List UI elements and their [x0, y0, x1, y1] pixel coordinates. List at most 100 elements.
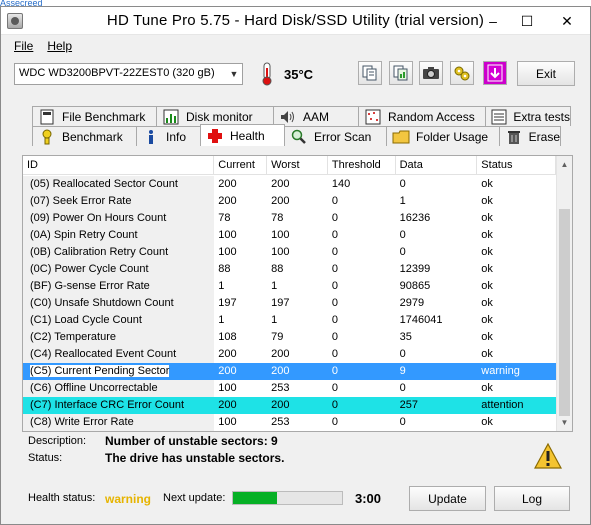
cell-text: (07) Seek Error Rate [30, 195, 132, 207]
column-header-status[interactable]: Status [477, 156, 556, 175]
table-row[interactable]: (C7) Interface CRC Error Count 200 200 0 257… [23, 397, 556, 414]
cell-text: 78 [271, 212, 284, 224]
column-header-data[interactable]: Data [396, 156, 478, 175]
table-cell-data: 0 [396, 380, 478, 397]
table-cell-worst: 200 [267, 346, 328, 363]
title-bar[interactable]: HD Tune Pro 5.75 - Hard Disk/SSD Utility… [1, 7, 590, 35]
table-cell-id: (0B) Calibration Retry Count [23, 244, 215, 261]
table-row[interactable]: (05) Reallocated Sector Count 200 200 140 0 o… [23, 176, 556, 193]
folder-icon [392, 129, 410, 145]
copy-image-button[interactable] [389, 61, 413, 85]
table-cell-id: (C8) Write Error Rate [23, 414, 215, 431]
menu-help[interactable]: Help [40, 37, 79, 55]
table-row[interactable]: (BF) G-sense Error Rate 1 1 0 90865 ok [23, 278, 556, 295]
tab-file-benchmark[interactable]: File Benchmark [32, 106, 157, 126]
table-cell-threshold: 0 [328, 278, 396, 295]
table-row[interactable]: (0A) Spin Retry Count 100 100 0 0 ok [23, 227, 556, 244]
table-row[interactable]: (C6) Offline Uncorrectable 100 253 0 0 ok [23, 380, 556, 397]
table-row[interactable]: (C2) Temperature 108 79 0 35 ok [23, 329, 556, 346]
info-icon [142, 129, 160, 145]
table-row[interactable]: (C4) Reallocated Event Count 200 200 0 0 ok [23, 346, 556, 363]
column-header-worst[interactable]: Worst [267, 156, 328, 175]
tab-extra-tests[interactable]: Extra tests [485, 106, 571, 126]
minimize-button[interactable]: – [476, 7, 510, 35]
benchmark-icon [38, 129, 56, 145]
tab-aam[interactable]: AAM [273, 106, 359, 126]
tab-info[interactable]: Info [136, 126, 201, 146]
table-cell-data: 16236 [396, 210, 478, 227]
table-row[interactable]: (07) Seek Error Rate 200 200 0 1 ok [23, 193, 556, 210]
table-row[interactable]: (09) Power On Hours Count 78 78 0 16236 ok [23, 210, 556, 227]
tab-health[interactable]: Health [200, 124, 285, 146]
cell-text: (0C) Power Cycle Count [30, 263, 149, 275]
menu-file[interactable]: File [7, 37, 40, 55]
table-cell-threshold: 0 [328, 312, 396, 329]
update-button[interactable]: Update [409, 486, 486, 511]
table-cell-status: ok [477, 176, 556, 193]
exit-button[interactable]: Exit [517, 61, 575, 86]
table-cell-status: ok [477, 227, 556, 244]
options-button[interactable] [450, 61, 474, 85]
cell-text: 100 [271, 229, 290, 241]
cell-text: 100 [218, 246, 237, 258]
table-cell-current: 200 [214, 363, 268, 380]
table-row[interactable]: (C8) Write Error Rate 100 253 0 0 ok [23, 414, 556, 431]
cell-text: 0 [331, 229, 338, 241]
tab-error-scan[interactable]: Error Scan [284, 126, 387, 146]
column-header-threshold[interactable]: Threshold [328, 156, 396, 175]
tab-folder-usage[interactable]: Folder Usage [386, 126, 500, 146]
scroll-down-icon[interactable]: ▼ [557, 414, 572, 431]
tab-label: Info [166, 129, 187, 144]
cell-text: 1 [399, 195, 406, 207]
table-cell-threshold: 0 [328, 193, 396, 210]
table-cell-status: ok [477, 295, 556, 312]
log-button[interactable]: Log [494, 486, 570, 511]
cell-text: ok [481, 212, 493, 224]
tab-random-access[interactable]: Random Access [358, 106, 486, 126]
screenshot-button[interactable] [419, 61, 443, 85]
table-cell-status: ok [477, 261, 556, 278]
cell-text: 200 [271, 348, 290, 360]
magnifier-icon [290, 129, 308, 145]
table-row[interactable]: (C1) Load Cycle Count 1 1 0 1746041 ok [23, 312, 556, 329]
vertical-scrollbar[interactable]: ▲ ▼ [556, 156, 572, 431]
download-arrow-icon [487, 64, 503, 82]
scroll-up-icon[interactable]: ▲ [557, 156, 572, 173]
table-row[interactable]: (C5) Current Pending Sector 200 200 0 9 warni… [23, 363, 556, 380]
table-cell-status: ok [477, 312, 556, 329]
maximize-button[interactable]: ☐ [510, 7, 544, 35]
table-cell-worst: 100 [267, 244, 328, 261]
column-header-id[interactable]: ID [23, 156, 215, 175]
cell-text: 1 [218, 280, 225, 292]
copy-text-button[interactable] [358, 61, 382, 85]
cell-text: 0 [399, 229, 406, 241]
thermometer-icon [262, 62, 272, 86]
table-row[interactable]: (0C) Power Cycle Count 88 88 0 12399 ok [23, 261, 556, 278]
save-button[interactable] [483, 61, 507, 85]
table-cell-status: ok [477, 380, 556, 397]
table-row[interactable]: (C0) Unsafe Shutdown Count 197 197 0 2979 ok [23, 295, 556, 312]
scroll-thumb[interactable] [559, 209, 570, 416]
cell-text: 0 [399, 382, 406, 394]
cell-text: 0 [331, 331, 338, 343]
table-cell-id: (0A) Spin Retry Count [23, 227, 215, 244]
close-button[interactable]: ✕ [544, 7, 590, 35]
cell-text: 200 [271, 365, 290, 377]
drive-select[interactable]: WDC WD3200BPVT-22ZEST0 (320 gB) ▼ [14, 63, 243, 85]
cell-text: 253 [271, 382, 290, 394]
cell-text: 100 [218, 382, 237, 394]
tab-disk-monitor[interactable]: Disk monitor [156, 106, 274, 126]
column-header-current[interactable]: Current [214, 156, 268, 175]
cell-text: (0A) Spin Retry Count [30, 229, 138, 241]
tab-erase[interactable]: Erase [499, 126, 561, 146]
table-cell-data: 1 [396, 193, 478, 210]
table-row[interactable]: (0B) Calibration Retry Count 100 100 0 0 ok [23, 244, 556, 261]
table-cell-status: ok [477, 193, 556, 210]
status-value: The drive has unstable sectors. [105, 451, 285, 465]
smart-table[interactable]: ID Current Worst Threshold Data Status (… [22, 155, 573, 432]
cell-text: 200 [218, 178, 237, 190]
cell-text: 79 [271, 331, 284, 343]
cell-text: (BF) G-sense Error Rate [30, 280, 150, 292]
tab-benchmark[interactable]: Benchmark [32, 126, 137, 146]
cell-text: 100 [218, 229, 237, 241]
